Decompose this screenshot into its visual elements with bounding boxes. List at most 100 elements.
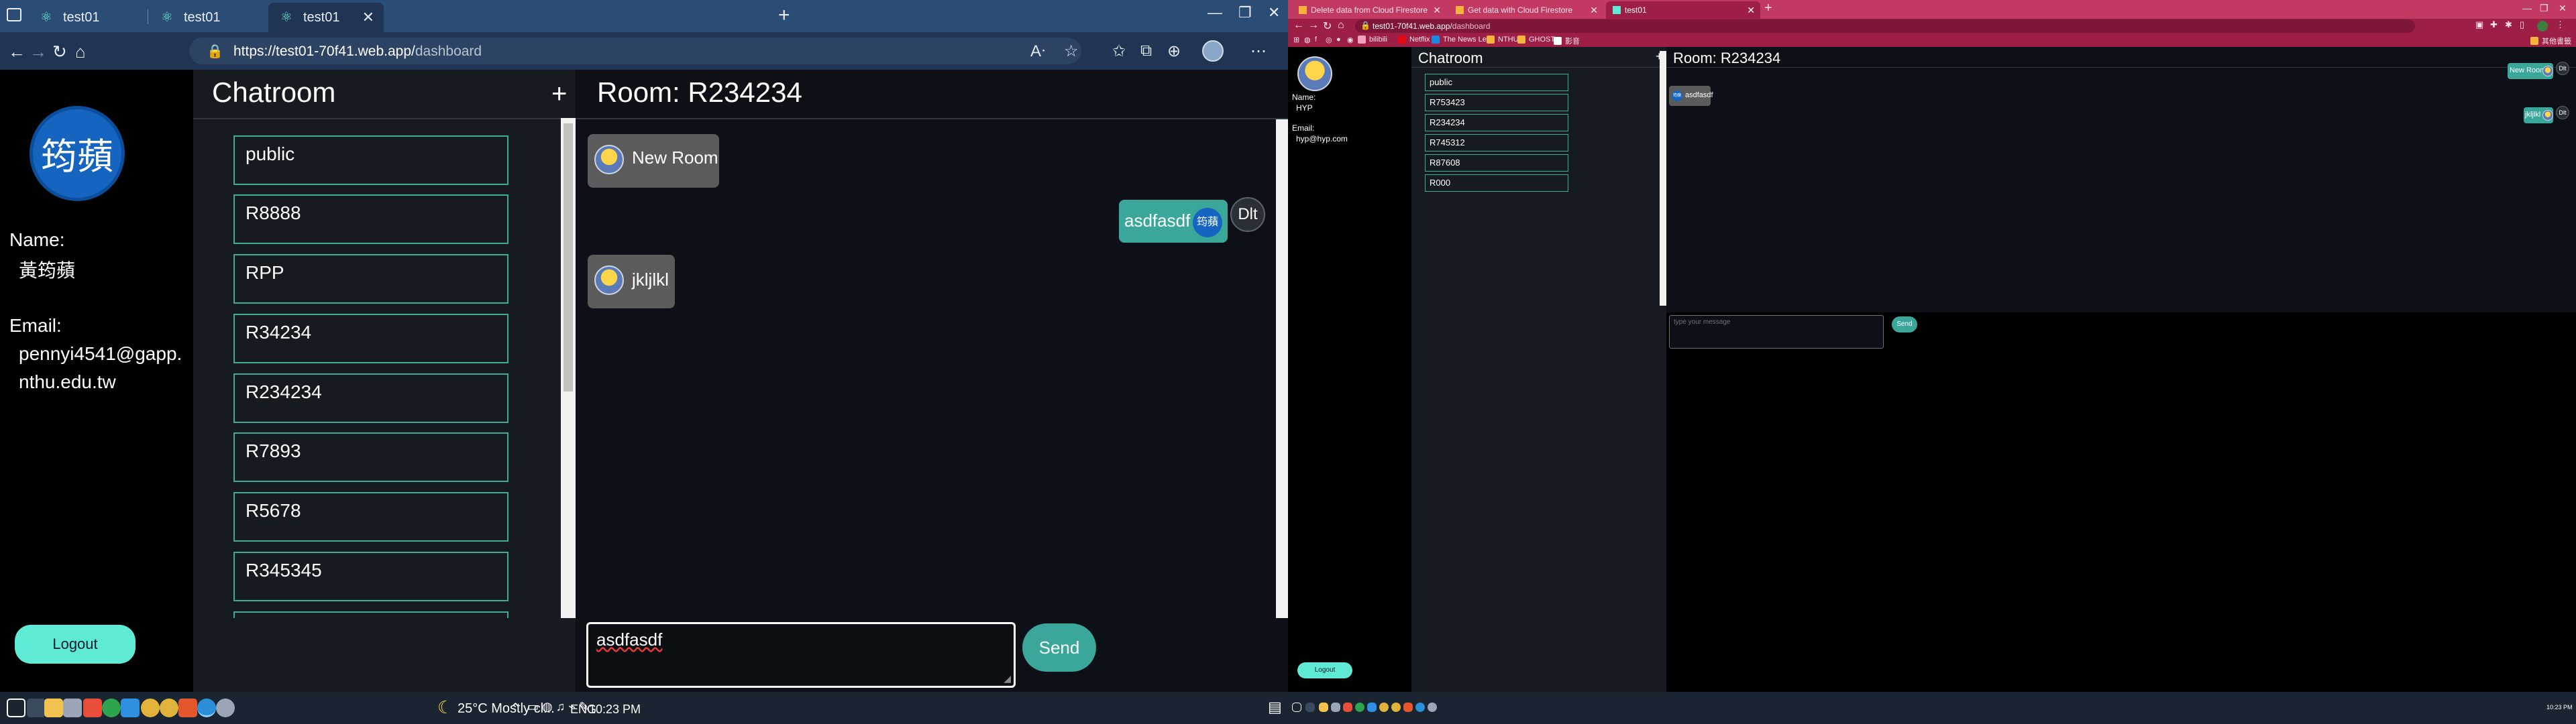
app-icon[interactable] bbox=[1403, 703, 1413, 712]
add-room-button[interactable]: + bbox=[551, 79, 567, 109]
home-icon[interactable]: ⌂ bbox=[1338, 19, 1344, 32]
split-screen-icon[interactable]: ⧉ bbox=[1140, 42, 1152, 60]
close-tab-icon[interactable]: ✕ bbox=[1433, 5, 1441, 16]
room-item[interactable]: public bbox=[1425, 74, 1568, 91]
close-tab-icon[interactable]: ✕ bbox=[1590, 5, 1598, 16]
back-icon[interactable]: ← bbox=[1293, 19, 1304, 32]
profile-avatar[interactable] bbox=[1202, 40, 1224, 62]
app-icon[interactable] bbox=[1428, 703, 1437, 712]
room-item[interactable]: RPP bbox=[233, 254, 508, 304]
chat-scrollbar[interactable] bbox=[1276, 119, 1288, 618]
send-button[interactable]: Send bbox=[1892, 316, 1917, 333]
bookmark-icon[interactable]: ◉ bbox=[1347, 36, 1354, 44]
collections-icon[interactable]: ⊕ bbox=[1167, 42, 1181, 61]
new-tab-icon[interactable]: + bbox=[1764, 1, 1772, 16]
logout-button[interactable]: Logout bbox=[1297, 662, 1352, 678]
task-view-icon[interactable] bbox=[27, 699, 46, 717]
file-explorer-icon[interactable] bbox=[44, 699, 63, 717]
room-list-scrollbar[interactable] bbox=[1660, 51, 1666, 306]
delete-message-button[interactable]: Dlt bbox=[1230, 197, 1265, 232]
bookmark-folder-other[interactable]: 其他書籤 bbox=[2530, 36, 2571, 46]
room-item-partial[interactable] bbox=[233, 611, 508, 618]
bookmark-netflix[interactable]: Netflix bbox=[1398, 36, 1430, 44]
weather-icon[interactable]: ☾ bbox=[437, 697, 453, 718]
start-icon[interactable] bbox=[7, 699, 25, 717]
chrome-icon[interactable] bbox=[1391, 703, 1401, 712]
close-window-icon[interactable]: ✕ bbox=[1268, 4, 1280, 21]
browser-tab[interactable]: Delete data from Cloud Firestore ✕ bbox=[1292, 1, 1446, 19]
room-item[interactable]: R234234 bbox=[1425, 114, 1568, 131]
notifications-icon[interactable]: ▤ bbox=[1268, 699, 1282, 716]
forward-icon[interactable]: → bbox=[30, 42, 47, 62]
logout-button[interactable]: Logout bbox=[15, 625, 136, 664]
app-icon[interactable] bbox=[83, 699, 102, 717]
close-window-icon[interactable]: ✕ bbox=[2559, 3, 2567, 14]
minimize-icon[interactable]: — bbox=[2522, 3, 2532, 13]
room-item[interactable]: public bbox=[233, 135, 508, 185]
room-item[interactable]: R7893 bbox=[233, 432, 508, 482]
home-icon[interactable]: ⌂ bbox=[75, 42, 86, 62]
github-icon[interactable]: ● bbox=[1336, 36, 1341, 44]
bookmark-folder-media[interactable]: 影音 bbox=[1554, 36, 1580, 46]
start-icon[interactable] bbox=[1292, 703, 1301, 712]
delete-message-button[interactable]: Dlt bbox=[2556, 106, 2569, 119]
edge-icon[interactable] bbox=[1415, 703, 1425, 712]
app-icon[interactable] bbox=[178, 699, 197, 717]
address-bar[interactable]: 🔒 https://test01-70f41.web.app/dashboard bbox=[189, 38, 1081, 64]
address-bar[interactable]: 🔒 test01-70f41.web.app/dashboard bbox=[1355, 19, 2415, 33]
bookmark-icon[interactable]: ◍ bbox=[1304, 36, 1311, 44]
room-list-scrollbar[interactable] bbox=[561, 118, 576, 618]
clock[interactable]: 10:23 PM bbox=[589, 703, 641, 717]
room-item[interactable]: R745312 bbox=[1425, 134, 1568, 152]
chrome-icon[interactable] bbox=[160, 699, 178, 717]
room-item[interactable]: R5678 bbox=[233, 492, 508, 542]
chrome-icon[interactable] bbox=[141, 699, 160, 717]
new-tab-icon[interactable]: + bbox=[778, 4, 790, 27]
maximize-icon[interactable]: ❐ bbox=[1238, 4, 1252, 21]
chrome-icon[interactable] bbox=[1379, 703, 1389, 712]
bookmark-folder-ghost[interactable]: GHOST bbox=[1517, 36, 1555, 44]
maximize-icon[interactable]: ❐ bbox=[2540, 3, 2548, 14]
resize-handle-icon[interactable]: ◢ bbox=[1004, 673, 1011, 684]
browser-tab[interactable]: ⚛ test01 bbox=[149, 3, 266, 32]
edge-icon[interactable] bbox=[197, 699, 216, 717]
extension-icon[interactable]: ✚ bbox=[2490, 19, 2498, 30]
bookmark-bilibili[interactable]: bilibili bbox=[1358, 36, 1387, 44]
send-button[interactable]: Send bbox=[1022, 623, 1096, 672]
sidebar-icon[interactable]: ▯ bbox=[2520, 19, 2524, 30]
refresh-icon[interactable]: ↻ bbox=[1323, 19, 1332, 33]
vscode-icon[interactable] bbox=[1367, 703, 1377, 712]
room-item[interactable]: R234234 bbox=[233, 373, 508, 423]
extensions-puzzle-icon[interactable]: ✱ bbox=[2505, 19, 2512, 30]
browser-tab[interactable]: Get data with Cloud Firestore ✕ bbox=[1449, 1, 1603, 19]
vscode-icon[interactable] bbox=[121, 699, 140, 717]
scrollbar-thumb[interactable] bbox=[564, 123, 573, 391]
browser-tab[interactable]: ⚛ test01 bbox=[28, 3, 146, 32]
message-input[interactable]: asdfasdf ◢ bbox=[586, 622, 1016, 688]
line-icon[interactable] bbox=[1355, 703, 1364, 712]
favorites-icon[interactable]: ✩ bbox=[1112, 42, 1126, 61]
tray-chevron-icon[interactable]: ⌃ bbox=[510, 700, 521, 717]
close-tab-icon[interactable]: ✕ bbox=[362, 9, 374, 26]
bookmark-folder-nthu[interactable]: NTHU bbox=[1487, 36, 1519, 44]
forward-icon[interactable]: → bbox=[1308, 19, 1319, 32]
browser-tab-active[interactable]: test01 ✕ bbox=[1606, 1, 1760, 19]
file-explorer-icon[interactable] bbox=[1319, 703, 1328, 712]
room-item[interactable]: R000 bbox=[1425, 174, 1568, 192]
app-icon[interactable] bbox=[1343, 703, 1352, 712]
message-input[interactable]: type your message bbox=[1669, 315, 1884, 349]
app-icon[interactable] bbox=[63, 699, 82, 717]
bookmark-newslens[interactable]: The News Lens bbox=[1432, 36, 1494, 44]
task-view-icon[interactable] bbox=[1305, 703, 1315, 712]
read-aloud-icon[interactable]: Aᐧ bbox=[1030, 42, 1045, 61]
instagram-icon[interactable]: ◎ bbox=[1326, 36, 1332, 44]
apps-icon[interactable]: ⊞ bbox=[1293, 36, 1299, 44]
room-item[interactable]: R87608 bbox=[1425, 154, 1568, 172]
refresh-icon[interactable]: ↻ bbox=[52, 42, 67, 62]
room-item[interactable]: R753423 bbox=[1425, 94, 1568, 111]
minimize-icon[interactable]: — bbox=[1208, 4, 1222, 21]
browser-tab-active[interactable]: ⚛ test01 ✕ bbox=[268, 3, 384, 32]
app-icon[interactable] bbox=[1331, 703, 1340, 712]
profile-avatar[interactable] bbox=[2537, 21, 2548, 32]
line-icon[interactable] bbox=[102, 699, 121, 717]
